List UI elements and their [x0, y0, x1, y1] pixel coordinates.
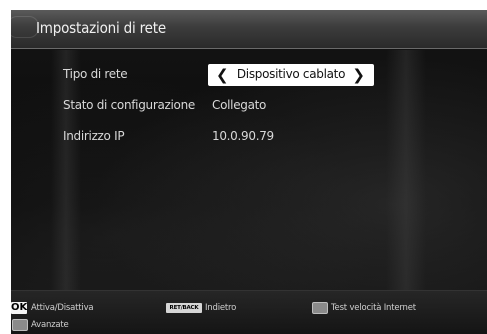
gray-key-icon	[312, 302, 328, 314]
chevron-right-icon[interactable]: ❯	[352, 65, 365, 85]
ip-address-label: Indirizzo IP	[63, 129, 125, 143]
config-status-label: Stato di configurazione	[63, 98, 195, 112]
advanced-hint-label: Avanzate	[31, 320, 69, 330]
gray-key-icon	[12, 319, 28, 331]
network-type-selector[interactable]: ❮ Dispositivo cablato ❯	[208, 64, 374, 86]
background-pillar	[51, 50, 81, 290]
ok-key-icon: OK	[11, 302, 28, 314]
tv-screen: Impostazioni di rete Tipo di rete ❮ Disp…	[11, 10, 487, 334]
header-bar: Impostazioni di rete	[11, 10, 487, 49]
back-hint-label: Indietro	[205, 303, 237, 313]
footer-hints: OK Attiva/Disattiva RET/BACK Indietro Te…	[11, 290, 487, 334]
brand-logo	[11, 16, 39, 38]
page-title: Impostazioni di rete	[36, 19, 166, 37]
background-pillar	[386, 50, 426, 290]
config-status-value: Collegato	[212, 98, 267, 112]
ok-hint-label: Attiva/Disattiva	[31, 303, 94, 313]
ip-address-value: 10.0.90.79	[212, 129, 274, 143]
network-type-label: Tipo di rete	[63, 67, 128, 81]
network-type-value: Dispositivo cablato	[236, 67, 346, 81]
retback-key-icon: RET/BACK	[166, 303, 202, 313]
speedtest-hint-label: Test velocità Internet	[331, 303, 416, 313]
